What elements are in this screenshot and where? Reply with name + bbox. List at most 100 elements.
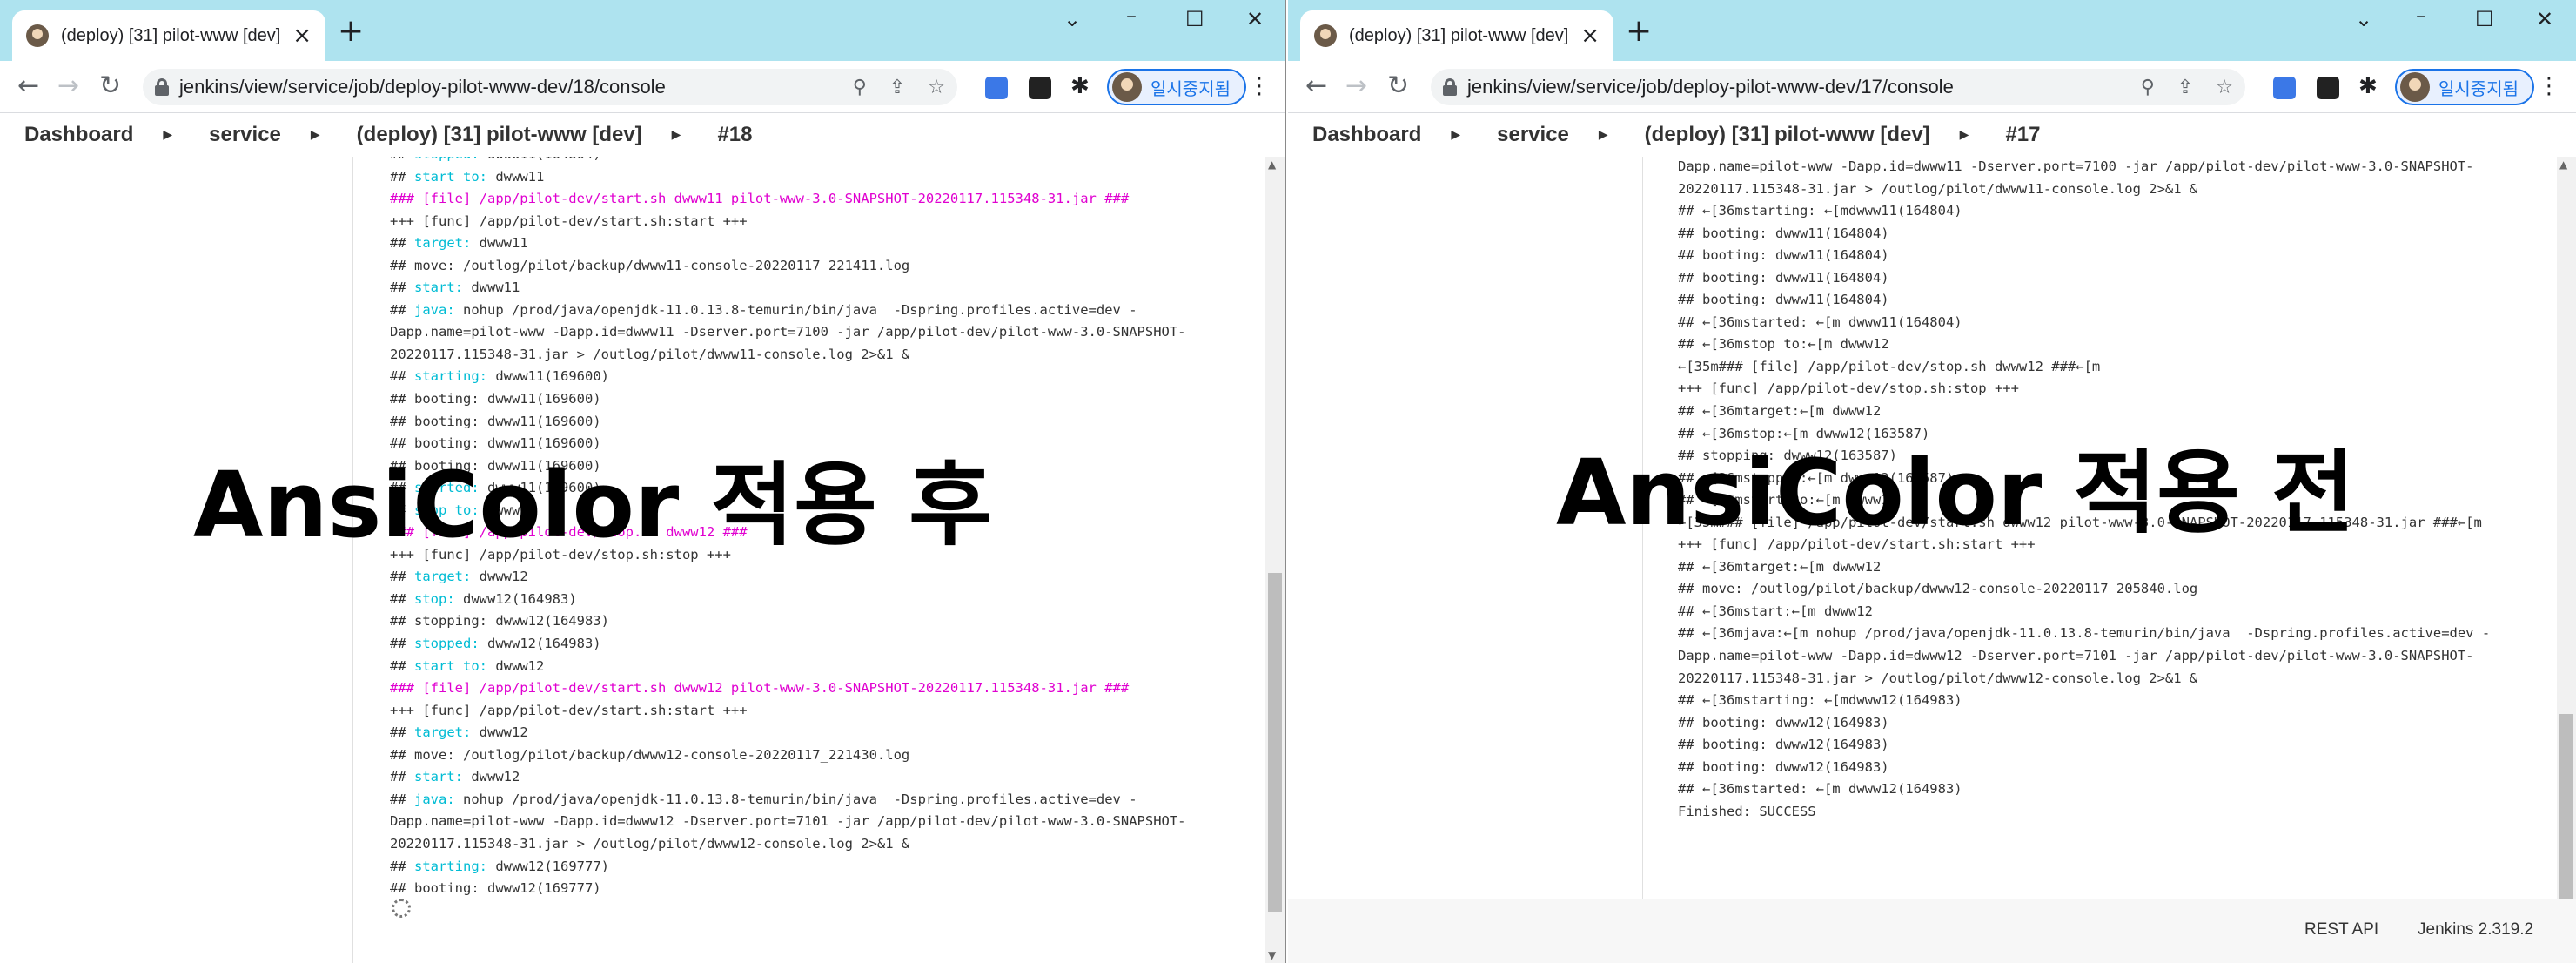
console-line: ## stopping: dwww12(164983): [390, 610, 1186, 633]
console-segment: ##: [390, 157, 414, 162]
console-line: Dapp.name=pilot-www -Dapp.id=dwww11 -Dse…: [1678, 158, 2474, 174]
maximize-icon[interactable]: ☐: [1185, 7, 1204, 31]
translate-icon[interactable]: [985, 77, 1008, 99]
address-bar[interactable]: jenkins/view/service/job/deploy-pilot-ww…: [143, 69, 957, 105]
breadcrumb-job[interactable]: (deploy) [31] pilot-www [dev]: [357, 123, 642, 147]
rest-api-link[interactable]: REST API: [2304, 920, 2378, 939]
console-line: Dapp.name=pilot-www -Dapp.id=dwww11 -Dse…: [390, 321, 1186, 344]
star-icon[interactable]: ☆: [928, 77, 945, 98]
console-line: ## booting: dwww12(164983): [1678, 737, 1889, 753]
puzzle-icon[interactable]: ✱: [2358, 73, 2381, 99]
plus-icon[interactable]: +: [1626, 16, 1652, 47]
console-segment: dwww12: [471, 569, 528, 585]
url-text[interactable]: jenkins/view/service/job/deploy-pilot-ww…: [179, 76, 830, 98]
console-segment: nohup /prod/java/openjdk-11.0.13.8-temur…: [454, 791, 1137, 807]
profile-button[interactable]: 일시중지됨: [2395, 69, 2534, 105]
console-line: ## ←[36mstarting: ←[mdwww12(164983): [1678, 692, 1962, 709]
console-segment: ##: [390, 235, 414, 252]
browser-tab[interactable]: (deploy) [31] pilot-www [dev] # ×: [12, 10, 325, 61]
console-segment: ##: [390, 791, 414, 807]
back-icon[interactable]: ←: [17, 71, 39, 101]
jenkins-version-link[interactable]: Jenkins 2.319.2: [2418, 920, 2533, 939]
console-segment: dwww11(169600): [487, 368, 609, 385]
breadcrumb-separator-icon[interactable]: ▶: [1960, 128, 1969, 142]
forward-icon[interactable]: →: [57, 71, 79, 101]
scroll-down-icon[interactable]: ▼: [1268, 949, 1276, 961]
share-icon[interactable]: ⇪: [2177, 77, 2193, 98]
scroll-up-icon[interactable]: ▲: [1268, 158, 1276, 171]
tab-title: (deploy) [31] pilot-www [dev] #: [1349, 25, 1574, 45]
forward-icon[interactable]: →: [1345, 71, 1367, 101]
reload-icon[interactable]: ↻: [99, 71, 121, 101]
chevron-down-icon[interactable]: ⌄: [1063, 7, 1081, 31]
page-content: Dapp.name=pilot-www -Dapp.id=dwww11 -Dse…: [1288, 157, 2576, 963]
breadcrumb-service[interactable]: service: [209, 123, 281, 147]
zoom-icon[interactable]: ⚲: [853, 77, 867, 98]
browser-window-left: (deploy) [31] pilot-www [dev] # × + ⌄ – …: [0, 0, 1286, 963]
console-line: ## booting: dwww11(169600): [390, 411, 1186, 434]
terminal-icon[interactable]: [1029, 77, 1051, 99]
chevron-down-icon[interactable]: ⌄: [2355, 7, 2372, 31]
scrollbar[interactable]: ▲ ▼: [2557, 157, 2576, 963]
close-icon[interactable]: ✕: [2536, 7, 2553, 31]
share-icon[interactable]: ⇪: [889, 77, 905, 98]
breadcrumb-service[interactable]: service: [1497, 123, 1569, 147]
console-line: ## starting: dwww11(169600): [390, 366, 1186, 388]
console-line: ## java: nohup /prod/java/openjdk-11.0.1…: [390, 789, 1186, 811]
url-text[interactable]: jenkins/view/service/job/deploy-pilot-ww…: [1467, 76, 2118, 98]
breadcrumb-build[interactable]: #18: [717, 123, 752, 147]
zoom-icon[interactable]: ⚲: [2141, 77, 2155, 98]
console-segment: dwww12(164983): [479, 636, 601, 652]
close-icon[interactable]: ✕: [1246, 7, 1264, 31]
profile-button[interactable]: 일시중지됨: [1107, 69, 1246, 105]
browser-tab[interactable]: (deploy) [31] pilot-www [dev] # ×: [1300, 10, 1613, 61]
kebab-icon[interactable]: ⋮: [2538, 73, 2560, 99]
console-segment: stopped:: [414, 157, 480, 162]
console-segment: stop:: [414, 590, 455, 607]
breadcrumb-dashboard[interactable]: Dashboard: [24, 123, 133, 147]
console-segment: start:: [414, 279, 463, 296]
breadcrumb-separator-icon[interactable]: ▶: [311, 128, 320, 142]
minimize-icon[interactable]: –: [2416, 3, 2426, 28]
scrollbar-thumb[interactable]: [1268, 573, 1282, 912]
breadcrumb-separator-icon[interactable]: ▶: [1599, 128, 1608, 142]
console-segment: stopped:: [414, 636, 480, 652]
console-line: ## ←[36mstarted: ←[m dwww12(164983): [1678, 781, 1962, 798]
close-icon[interactable]: ×: [1580, 24, 1600, 47]
address-bar[interactable]: jenkins/view/service/job/deploy-pilot-ww…: [1431, 69, 2245, 105]
reload-icon[interactable]: ↻: [1387, 71, 1409, 101]
translate-icon[interactable]: [2273, 77, 2296, 99]
breadcrumb-build[interactable]: #17: [2005, 123, 2040, 147]
terminal-icon[interactable]: [2317, 77, 2339, 99]
maximize-icon[interactable]: ☐: [2475, 7, 2494, 31]
minimize-icon[interactable]: –: [1126, 3, 1137, 28]
console-segment: ##: [390, 279, 414, 296]
star-icon[interactable]: ☆: [2216, 77, 2233, 98]
console-line: ## move: /outlog/pilot/backup/dwww12-con…: [390, 744, 1186, 767]
puzzle-icon[interactable]: ✱: [1070, 73, 1093, 99]
console-segment: dwww12(169777): [487, 858, 609, 874]
profile-label: 일시중지됨: [2438, 77, 2519, 99]
breadcrumb-dashboard[interactable]: Dashboard: [1312, 123, 1421, 147]
breadcrumb-job[interactable]: (deploy) [31] pilot-www [dev]: [1645, 123, 1930, 147]
console-line: ## java: nohup /prod/java/openjdk-11.0.1…: [390, 300, 1186, 322]
close-icon[interactable]: ×: [292, 24, 312, 47]
breadcrumb: Dashboard ▶ service ▶ (deploy) [31] pilo…: [0, 113, 1285, 157]
console-segment: dwww12: [487, 657, 545, 674]
console-line: ## ←[36mtarget:←[m dwww12: [1678, 403, 1882, 420]
console-line: Finished: SUCCESS: [1678, 803, 1816, 819]
console-line: ## target: dwww11: [390, 232, 1186, 255]
console-segment: dwww11: [463, 279, 520, 296]
scroll-up-icon[interactable]: ▲: [2559, 158, 2567, 171]
breadcrumb-separator-icon[interactable]: ▶: [163, 128, 172, 142]
kebab-icon[interactable]: ⋮: [1248, 73, 1271, 99]
console-line: ## ←[36mtarget:←[m dwww12: [1678, 558, 1882, 575]
console-line: ←[35m### [file] /app/pilot-dev/stop.sh d…: [1678, 358, 2101, 374]
spinner-icon: [392, 899, 411, 918]
back-icon[interactable]: ←: [1305, 71, 1327, 101]
plus-icon[interactable]: +: [338, 16, 364, 47]
scrollbar[interactable]: ▲ ▼: [1265, 157, 1285, 963]
breadcrumb-separator-icon[interactable]: ▶: [1451, 128, 1460, 142]
breadcrumb-separator-icon[interactable]: ▶: [672, 128, 681, 142]
console-segment: start to:: [414, 657, 487, 674]
